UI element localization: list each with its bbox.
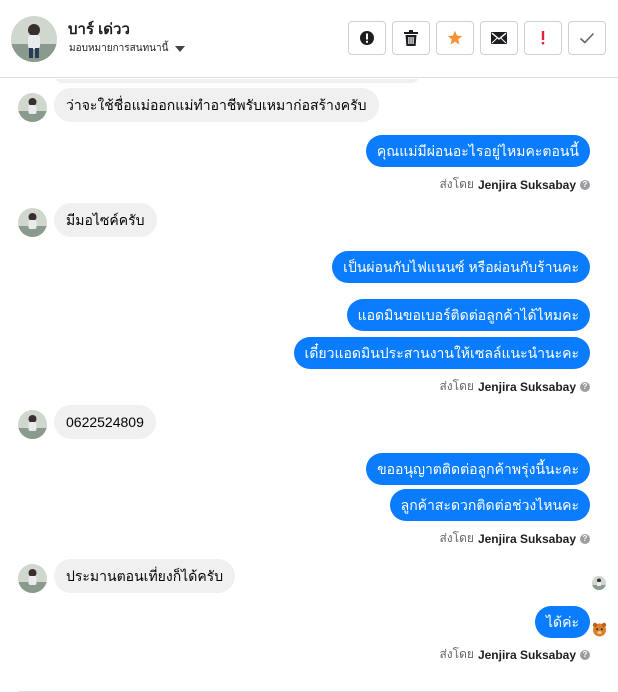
outgoing-message: คุณแม่มีผ่อนอะไรอยู่ไหมคะตอนนี้ [365,135,590,167]
delete-button[interactable] [392,21,430,55]
sent-by-agent: Jenjira Suksabay [477,647,576,662]
incoming-message: มีมอไซค์ครับ [54,203,157,237]
info-icon[interactable]: ? [580,649,590,660]
sent-by-agent: Jenjira Suksabay [477,531,576,546]
sent-by-prefix: ส่งโดย [439,531,474,545]
assign-label: มอบหมายการสนทนานี้ [69,43,169,54]
mark-done-button[interactable] [568,21,606,55]
outgoing-message: แอดมินขอเบอร์ติดต่อลูกค้าได้ไหมคะ [346,299,590,331]
info-icon[interactable]: ? [580,381,590,392]
sender-avatar [18,410,47,439]
incoming-message: ประมานตอนเที่ยงก็ได้ครับ [54,559,236,593]
assign-conversation-dropdown[interactable]: มอบหมายการสนทนานี้ [69,41,186,56]
alert-icon [360,31,374,45]
star-button[interactable] [436,21,474,55]
conversation-header: บาร์ เด่วว มอบหมายการสนทนานี้ [0,0,618,78]
contact-avatar[interactable] [11,16,57,62]
mark-spam-button[interactable] [348,21,386,55]
outgoing-message: ขออนุญาตติดต่อลูกค้าพรุ่งนี้นะคะ [366,453,590,485]
sent-by-agent: Jenjira Suksabay [477,177,576,192]
check-icon [579,32,595,44]
caret-down-icon [175,45,186,52]
reaction-emoji-icon [592,622,607,637]
sent-by-prefix: ส่งโดย [439,647,474,661]
outgoing-message: ลูกค้าสะดวกติดต่อช่วงไหนคะ [389,489,590,521]
contact-name: บาร์ เด่วว [68,21,130,38]
sent-by-prefix: ส่งโดย [439,177,474,191]
seen-avatar [592,576,606,590]
sent-by-prefix: ส่งโดย [439,379,474,393]
star-icon [447,30,463,45]
message-thread[interactable]: ว่าจะใช้ชื่อแม่ออกแม่ทำอาชีพรับเหมาก่อสร… [0,79,618,692]
info-icon[interactable]: ? [580,533,590,544]
envelope-icon [491,32,507,44]
outgoing-message: เป็นผ่อนกับไฟแนนซ์ หรือผ่อนกับร้านคะ [332,251,590,283]
exclamation-icon [541,31,545,45]
sent-by-label: ส่งโดย Jenjira Suksabay ? [439,645,590,664]
info-icon[interactable]: ? [580,179,590,190]
outgoing-message: เดี๋ยวแอดมินประสานงานให้เซลล์แนะนำนะคะ [293,337,590,369]
previous-message-bubble [54,79,420,83]
incoming-message: 0622524809 [54,405,156,439]
trash-icon [404,30,418,46]
sent-by-label: ส่งโดย Jenjira Suksabay ? [439,377,590,396]
outgoing-message: ได้ค่ะ [534,606,590,638]
follow-up-button[interactable] [524,21,562,55]
sent-by-label: ส่งโดย Jenjira Suksabay ? [439,175,590,194]
mark-unread-button[interactable] [480,21,518,55]
sender-avatar [18,93,47,122]
incoming-message: ว่าจะใช้ชื่อแม่ออกแม่ทำอาชีพรับเหมาก่อสร… [54,88,379,122]
sender-avatar [18,564,47,593]
sent-by-agent: Jenjira Suksabay [477,379,576,394]
conversation-actions [348,21,606,55]
sender-avatar [18,208,47,237]
sent-by-label: ส่งโดย Jenjira Suksabay ? [439,529,590,548]
